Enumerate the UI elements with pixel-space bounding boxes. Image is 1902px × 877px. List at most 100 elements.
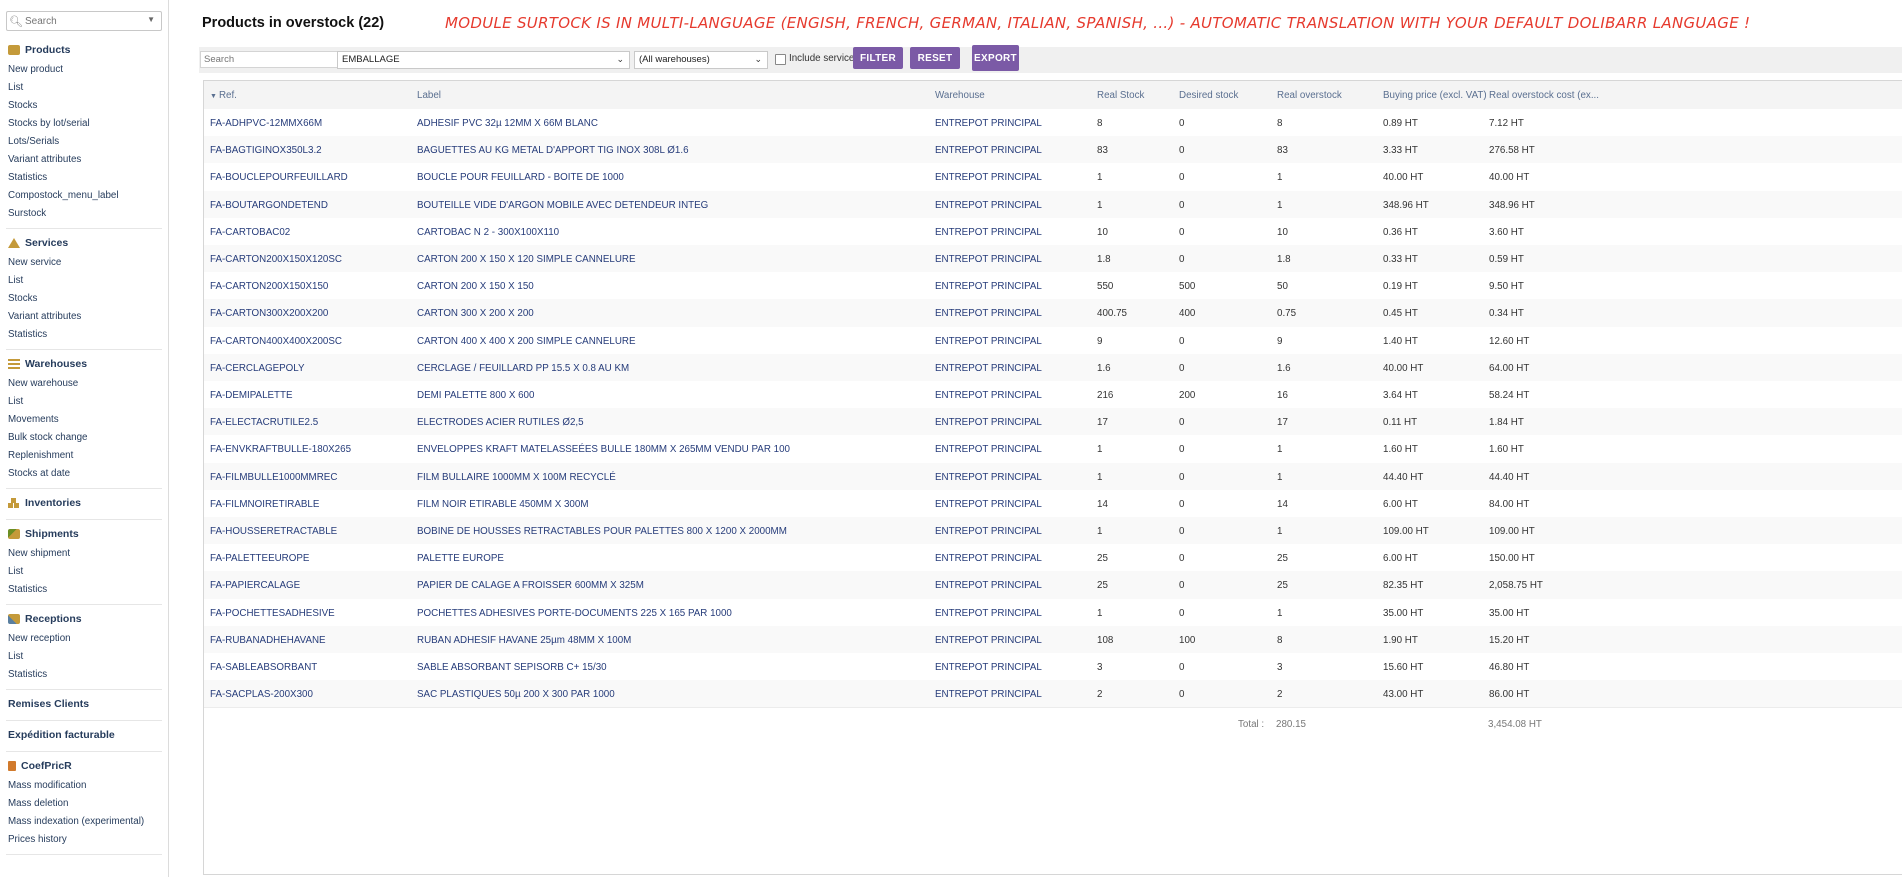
- sidebar-item[interactable]: List: [0, 79, 168, 97]
- cell-ref[interactable]: FA-ADHPVC-12MMX66M: [210, 118, 322, 129]
- sidebar-item[interactable]: Statistics: [0, 169, 168, 187]
- sidebar-item[interactable]: List: [0, 272, 168, 290]
- header-col-desired-stock[interactable]: Desired stock: [1179, 90, 1238, 101]
- table-row: FA-CARTON400X400X200SC CARTON 400 X 400 X…: [204, 326, 1902, 355]
- sidebar-item[interactable]: Compostock_menu_label: [0, 187, 168, 205]
- cell-ref[interactable]: FA-POCHETTESADHESIVE: [210, 608, 335, 619]
- sidebar-item[interactable]: Variant attributes: [0, 151, 168, 169]
- cell-ref[interactable]: FA-PALETTEEUROPE: [210, 553, 309, 564]
- menu-title-services[interactable]: Services: [0, 232, 168, 254]
- export-button[interactable]: EXPORT: [972, 45, 1019, 71]
- cell-ref[interactable]: FA-CARTON400X400X200SC: [210, 336, 342, 347]
- header-label: Label: [417, 90, 441, 101]
- sidebar-item[interactable]: Stocks by lot/serial: [0, 115, 168, 133]
- sidebar-item[interactable]: List: [0, 563, 168, 581]
- sidebar-item[interactable]: Stocks: [0, 97, 168, 115]
- product-box-icon: [8, 45, 20, 55]
- sidebar-item[interactable]: Lots/Serials: [0, 133, 168, 151]
- cell-real-overstock: 1: [1277, 526, 1283, 537]
- cell-ref[interactable]: FA-ELECTACRUTILE2.5: [210, 417, 318, 428]
- sidebar-item[interactable]: Stocks at date: [0, 465, 168, 483]
- cell-real-stock: 550: [1097, 281, 1114, 293]
- menu-search-box[interactable]: 🔍︎ ▼: [6, 11, 162, 31]
- sidebar-item[interactable]: New service: [0, 254, 168, 272]
- sidebar-item[interactable]: Bulk stock change: [0, 429, 168, 447]
- cell-overstock-cost: 1.60 HT: [1489, 444, 1524, 456]
- category-select[interactable]: EMBALLAGE ⌄: [337, 51, 630, 69]
- sidebar-item[interactable]: Mass deletion: [0, 795, 168, 813]
- cell-real-overstock: 9: [1277, 335, 1283, 347]
- cell-label: CARTON 400 X 400 X 200 SIMPLE CANNELURE: [417, 335, 636, 347]
- menu-title-receptions[interactable]: Receptions: [0, 608, 168, 630]
- sidebar-item[interactable]: New reception: [0, 630, 168, 648]
- cell-ref[interactable]: FA-HOUSSERETRACTABLE: [210, 526, 337, 537]
- filter-button[interactable]: FILTER: [853, 47, 903, 69]
- sidebar-item[interactable]: Variant attributes: [0, 308, 168, 326]
- cell-ref[interactable]: FA-SACPLAS-200X300: [210, 689, 313, 700]
- chevron-down-icon[interactable]: ▼: [147, 15, 155, 24]
- header-col-warehouse[interactable]: Warehouse: [935, 90, 985, 101]
- menu-title-shipments[interactable]: Shipments: [0, 523, 168, 545]
- cell-ref[interactable]: FA-CARTON200X150X150: [210, 281, 328, 292]
- cell-ref[interactable]: FA-SABLEABSORBANT: [210, 662, 317, 673]
- menu-title-coefpricr[interactable]: CoefPricR: [0, 755, 168, 777]
- sidebar-item[interactable]: List: [0, 648, 168, 666]
- table-row: FA-CARTON300X200X200 CARTON 300 X 200 X 2…: [204, 299, 1902, 328]
- cell-ref[interactable]: FA-CERCLAGEPOLY: [210, 363, 305, 374]
- cell-ref[interactable]: FA-BAGTIGINOX350L3.2: [210, 145, 322, 156]
- header-col-ref[interactable]: ▼ Ref.: [210, 90, 237, 101]
- sidebar-item[interactable]: Statistics: [0, 666, 168, 684]
- sidebar-item[interactable]: New shipment: [0, 545, 168, 563]
- cell-ref[interactable]: FA-BOUTARGONDETEND: [210, 200, 328, 211]
- header-col-label[interactable]: Label: [417, 90, 441, 101]
- cell-ref[interactable]: FA-RUBANADHEHAVANE: [210, 635, 326, 646]
- cell-ref[interactable]: FA-CARTOBAC02: [210, 227, 290, 238]
- cell-ref[interactable]: FA-FILMNOIRETIRABLE: [210, 499, 319, 510]
- cell-ref[interactable]: FA-DEMIPALETTE: [210, 390, 293, 401]
- menu-section: Expédition facturable: [0, 724, 168, 746]
- cell-ref[interactable]: FA-FILMBULLE1000MMREC: [210, 472, 337, 483]
- sidebar-item[interactable]: List: [0, 393, 168, 411]
- menu-title-exp-dition-facturable[interactable]: Expédition facturable: [0, 724, 168, 746]
- menu-title-remises-clients[interactable]: Remises Clients: [0, 693, 168, 715]
- sidebar-item[interactable]: Statistics: [0, 326, 168, 344]
- cell-label: POCHETTES ADHESIVES PORTE-DOCUMENTS 225 …: [417, 607, 732, 619]
- cell-real-stock: 1: [1097, 471, 1103, 483]
- cell-label: DEMI PALETTE 800 X 600: [417, 390, 535, 401]
- sidebar-item[interactable]: Statistics: [0, 581, 168, 599]
- cell-real-overstock: 16: [1277, 390, 1288, 401]
- header-col-real-overstock[interactable]: Real overstock: [1277, 90, 1342, 101]
- header-col-buying-price[interactable]: Buying price (excl. VAT): [1383, 90, 1487, 101]
- include-services-checkbox[interactable]: [775, 54, 786, 65]
- cell-desired-stock: 0: [1179, 362, 1185, 374]
- cell-ref[interactable]: FA-ENVKRAFTBULLE-180X265: [210, 444, 351, 455]
- cell-ref[interactable]: FA-BOUCLEPOURFEUILLARD: [210, 172, 348, 183]
- menu-title-warehouses[interactable]: Warehouses: [0, 353, 168, 375]
- header-col-overstock-cost[interactable]: Real overstock cost (ex...: [1489, 90, 1599, 101]
- table-row: FA-BAGTIGINOX350L3.2 BAGUETTES AU KG META…: [204, 136, 1902, 165]
- menu-title-products[interactable]: Products: [0, 39, 168, 61]
- cell-desired-stock: 0: [1179, 254, 1185, 265]
- sidebar-item[interactable]: Prices history: [0, 831, 168, 849]
- sidebar-item[interactable]: Mass modification: [0, 777, 168, 795]
- cell-overstock-cost: 64.00 HT: [1489, 362, 1530, 374]
- sidebar-item[interactable]: Replenishment: [0, 447, 168, 465]
- cell-warehouse: ENTREPOT PRINCIPAL: [935, 335, 1042, 347]
- header-col-real-stock[interactable]: Real Stock: [1097, 90, 1144, 101]
- cell-ref[interactable]: FA-CARTON300X200X200: [210, 308, 328, 319]
- sidebar-item[interactable]: Mass indexation (experimental): [0, 813, 168, 831]
- menu-search-input[interactable]: [25, 15, 135, 27]
- sidebar-item[interactable]: Movements: [0, 411, 168, 429]
- cell-ref[interactable]: FA-CARTON200X150X120SC: [210, 254, 342, 265]
- cell-real-overstock: 25: [1277, 580, 1288, 592]
- filter-bar: EMBALLAGE ⌄ (All warehouses) ⌄ Include s…: [199, 45, 1902, 73]
- sidebar-item[interactable]: Stocks: [0, 290, 168, 308]
- cell-ref[interactable]: FA-PAPIERCALAGE: [210, 580, 300, 591]
- reset-button[interactable]: RESET: [910, 47, 960, 69]
- cell-real-overstock: 14: [1277, 498, 1288, 510]
- sidebar-item[interactable]: New warehouse: [0, 375, 168, 393]
- warehouse-select[interactable]: (All warehouses) ⌄: [634, 51, 768, 69]
- sidebar-item[interactable]: Surstock: [0, 205, 168, 223]
- sidebar-item[interactable]: New product: [0, 61, 168, 79]
- menu-title-inventories[interactable]: Inventories: [0, 492, 168, 514]
